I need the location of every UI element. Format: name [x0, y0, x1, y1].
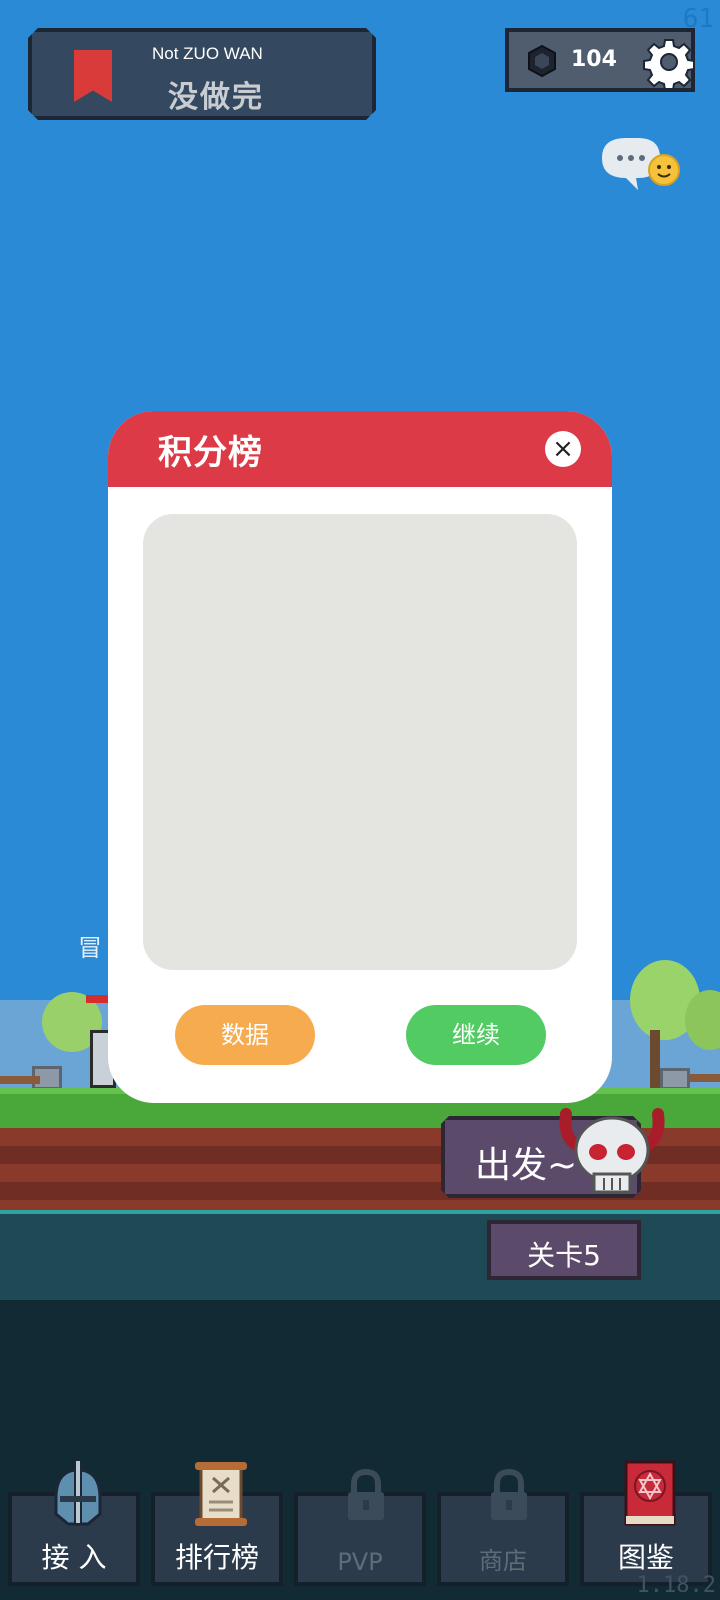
nav-shop-button[interactable]: 商店	[437, 1468, 569, 1586]
nav-join-button[interactable]: 接 入	[8, 1459, 140, 1586]
level-label: 关卡5	[527, 1239, 601, 1272]
scroll-icon	[195, 1462, 247, 1526]
lock-icon	[348, 1468, 384, 1520]
game-title-en: Not ZUO WAN	[152, 44, 263, 63]
game-title-plate: Not ZUO WAN 没做完	[28, 28, 376, 120]
dialog-title: 积分榜	[158, 433, 263, 473]
level-badge[interactable]: 关卡5	[487, 1220, 641, 1280]
helmet-icon	[54, 1459, 102, 1526]
nav-join-label: 接 入	[41, 1541, 107, 1574]
nav-leaderboard-button[interactable]: 排行榜	[151, 1462, 283, 1586]
tombstone-right	[660, 1068, 690, 1090]
nav-codex-label: 图鉴	[617, 1541, 674, 1574]
game-title-cn: 没做完	[168, 80, 264, 115]
version-label: 1.18.2	[636, 1573, 716, 1598]
nav-pvp-button[interactable]: PVP	[294, 1468, 426, 1586]
nav-pvp-label: PVP	[337, 1548, 383, 1576]
gem-icon	[528, 44, 556, 78]
close-icon[interactable]: ×	[545, 431, 581, 467]
bookmark-icon	[74, 50, 112, 102]
currency-plate: 104	[505, 28, 695, 92]
hp-bar	[86, 995, 110, 1003]
data-button[interactable]: 数据	[175, 1005, 315, 1065]
fence-left	[0, 1076, 40, 1084]
nav-shop-label: 商店	[479, 1547, 527, 1575]
chat-bubble-icon[interactable]	[598, 136, 682, 196]
nav-leaderboard-label: 排行榜	[174, 1541, 259, 1574]
tree-trunk	[650, 1030, 660, 1090]
leaderboard-dialog: 积分榜 × 数据 继续	[108, 411, 612, 1103]
gear-icon[interactable]	[643, 36, 695, 88]
nav-codex-button[interactable]: 图鉴	[580, 1460, 712, 1586]
spellbook-icon	[624, 1460, 676, 1526]
adventure-label: 冒	[78, 934, 102, 962]
lock-icon	[491, 1468, 527, 1520]
leaderboard-list[interactable]	[143, 514, 577, 970]
currency-count: 104	[571, 47, 617, 72]
fence-right	[690, 1074, 720, 1082]
continue-button[interactable]: 继续	[406, 1005, 546, 1065]
dialog-header: 积分榜 ×	[108, 411, 612, 487]
skull-icon	[559, 1108, 665, 1194]
